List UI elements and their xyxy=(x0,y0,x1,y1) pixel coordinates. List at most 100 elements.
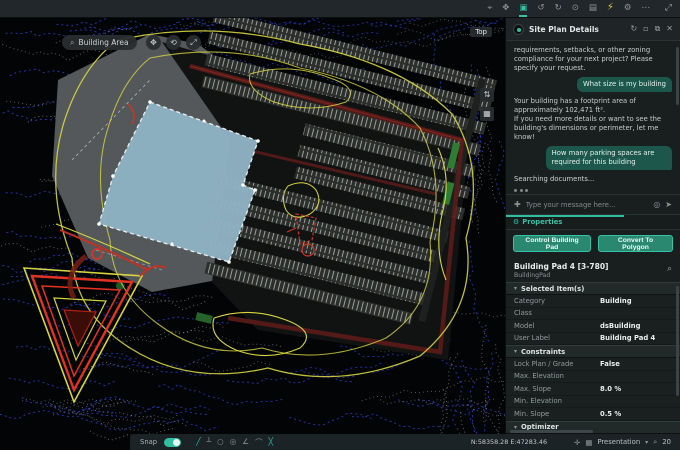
snap-angle-icon[interactable]: ∠ xyxy=(242,437,249,448)
section-title: Selected Item(s) xyxy=(521,285,584,293)
action-button-row: Control Building Pad Convert To Polygon xyxy=(506,230,680,258)
property-label: Model xyxy=(514,322,600,330)
flash-icon[interactable]: ⚡ xyxy=(607,0,614,17)
selected-element-type: BuildingPad xyxy=(514,272,672,279)
property-value: 0.5 % xyxy=(600,410,621,418)
chat-panel-title: Site Plan Details xyxy=(529,25,625,34)
property-value: 8.0 % xyxy=(600,385,621,393)
user-message: What size is my building xyxy=(577,77,672,92)
snap-perpendicular-icon[interactable]: ┴ xyxy=(207,437,212,448)
assistant-avatar xyxy=(513,24,524,35)
top-toolbar: ⌖ ✥ ▣ ↺ ↻ ⊙ ▤ ⚡ ⚙ ⋯ ⤢ xyxy=(0,0,680,18)
snap-label: Snap xyxy=(140,438,157,446)
gear-icon: ⚙ xyxy=(513,218,519,226)
chat-input-row: ✚ ◎ ➤ xyxy=(506,194,680,215)
convert-to-polygon-button[interactable]: Convert To Polygon xyxy=(598,235,673,252)
user-message: How many parking spaces are required for… xyxy=(546,146,672,170)
property-value: Building Pad 4 xyxy=(600,334,655,342)
popout-icon[interactable]: ⧉ xyxy=(655,24,661,34)
snap-intersection-icon[interactable]: ╳ xyxy=(268,437,273,448)
section-constraints[interactable]: ▾ Constraints xyxy=(506,345,680,358)
map-tool-cluster: ✥ ⟲ ⤢ xyxy=(146,35,201,50)
site-plan-drawing xyxy=(0,18,505,450)
property-row[interactable]: Min. Slope0.5 % xyxy=(506,408,680,421)
expand-window-icon[interactable]: ⤢ xyxy=(665,3,672,13)
fit-view-icon[interactable]: ⤢ xyxy=(186,35,201,50)
property-row[interactable]: Class xyxy=(506,308,680,321)
right-panel: Site Plan Details ↻ ▫ ⧉ ✕ requirements, … xyxy=(505,18,680,434)
chat-scrollbar[interactable] xyxy=(676,47,679,105)
property-value: Building xyxy=(600,297,632,305)
property-row[interactable]: Max. Slope8.0 % xyxy=(506,383,680,396)
settings-icon[interactable]: ⚙ xyxy=(624,0,632,17)
select-icon[interactable]: ▣ xyxy=(519,0,527,17)
property-label: Max. Elevation xyxy=(514,372,600,380)
snap-toggle[interactable] xyxy=(164,438,181,447)
more-icon[interactable]: ⋯ xyxy=(642,0,651,17)
undo-icon[interactable]: ↺ xyxy=(537,0,544,17)
cursor-coordinates: N:58358.28 E:47283.46 xyxy=(471,438,547,446)
property-label: Class xyxy=(514,309,600,317)
selected-element-title: Building Pad 4 [3-780] xyxy=(514,262,672,271)
chat-panel-header: Site Plan Details ↻ ▫ ⧉ ✕ xyxy=(506,18,680,41)
crosshair-icon[interactable]: ✛ xyxy=(574,438,580,447)
chat-message-list[interactable]: requirements, setbacks, or other zoning … xyxy=(506,41,680,194)
elevation-toggle-icon[interactable]: ⇅ xyxy=(480,88,494,102)
mic-icon[interactable]: ◎ xyxy=(653,200,660,209)
pointer-icon[interactable]: ⌖ xyxy=(487,0,492,17)
zoom-icon[interactable]: ⌕ xyxy=(653,437,657,447)
caret-down-icon: ▾ xyxy=(645,439,648,446)
snap-origin-icon[interactable]: ◎ xyxy=(230,437,237,448)
redo-icon[interactable]: ↻ xyxy=(555,0,562,17)
property-value: dsBuilding xyxy=(600,322,641,330)
pan-tool-icon[interactable]: ✥ xyxy=(146,35,161,50)
property-label: Category xyxy=(514,297,600,305)
snap-center-icon[interactable]: ○ xyxy=(217,437,224,448)
chevron-down-icon: ▾ xyxy=(514,348,517,355)
snap-icon-group: ╱ ┴ ○ ◎ ∠ ⌒ ╳ xyxy=(196,437,273,448)
section-title: Constraints xyxy=(521,348,565,356)
close-icon[interactable]: ✕ xyxy=(666,24,673,34)
presentation-dropdown[interactable]: Presentation xyxy=(597,438,640,446)
measure-icon[interactable]: ⊙ xyxy=(572,0,579,17)
property-label: User Label xyxy=(514,334,600,342)
assistant-message: requirements, setbacks, or other zoning … xyxy=(514,46,672,72)
tab-properties[interactable]: ⚙ Properties xyxy=(506,218,569,226)
toolbar-icon-group: ⌖ ✥ ▣ ↺ ↻ ⊙ ▤ ⚡ ⚙ ⋯ xyxy=(487,0,680,17)
map-search-pill[interactable]: ⌕ Building Area xyxy=(62,35,137,50)
property-label: Min. Slope xyxy=(514,410,600,418)
property-row[interactable]: CategoryBuilding xyxy=(506,295,680,308)
property-label: Max. Slope xyxy=(514,385,600,393)
chat-input[interactable] xyxy=(526,201,649,209)
property-row[interactable]: Max. Elevation xyxy=(506,371,680,384)
properties-list[interactable]: ▾ Selected Item(s) CategoryBuilding Clas… xyxy=(506,282,680,434)
attach-icon[interactable]: ✚ xyxy=(514,200,521,209)
refresh-icon[interactable]: ↻ xyxy=(630,24,637,34)
properties-scrollbar[interactable] xyxy=(676,286,679,396)
property-row[interactable]: User LabelBuilding Pad 4 xyxy=(506,333,680,346)
typing-indicator xyxy=(514,188,672,194)
layers-icon[interactable]: ▤ xyxy=(589,0,597,17)
properties-header: Building Pad 4 [3-780] BuildingPad ⌕ xyxy=(506,258,680,282)
grid-toggle-icon[interactable]: ▦ xyxy=(480,107,494,121)
pan-icon[interactable]: ✥ xyxy=(502,0,509,17)
property-row[interactable]: Lock Plan / GradeFalse xyxy=(506,358,680,371)
property-row[interactable]: ModeldsBuilding xyxy=(506,320,680,333)
control-building-pad-button[interactable]: Control Building Pad xyxy=(513,235,591,252)
property-row[interactable]: Min. Elevation xyxy=(506,396,680,409)
status-bar: Snap ╱ ┴ ○ ◎ ∠ ⌒ ╳ N:58358.28 E:47283.46… xyxy=(130,434,680,450)
minimize-icon[interactable]: ▫ xyxy=(643,24,648,34)
orbit-tool-icon[interactable]: ⟲ xyxy=(166,35,181,50)
section-selected-items[interactable]: ▾ Selected Item(s) xyxy=(506,282,680,295)
snap-nearest-icon[interactable]: ╱ xyxy=(196,437,201,448)
statusbar-right-group: ✛ ▦ Presentation ▾ ⌕ 20 xyxy=(574,437,671,447)
properties-hscrollbar[interactable] xyxy=(510,430,670,433)
tab-properties-label: Properties xyxy=(522,218,562,226)
snap-tangent-icon[interactable]: ⌒ xyxy=(255,437,263,448)
view-cube[interactable]: Top xyxy=(470,27,492,37)
grid-icon[interactable]: ▦ xyxy=(585,438,592,447)
send-icon[interactable]: ➤ xyxy=(665,200,672,209)
chat-status-text: Searching documents... xyxy=(514,175,672,183)
properties-search-icon[interactable]: ⌕ xyxy=(667,264,672,274)
map-canvas[interactable]: ⌕ Building Area ✥ ⟲ ⤢ Top ⇅ ▦ xyxy=(0,18,505,450)
